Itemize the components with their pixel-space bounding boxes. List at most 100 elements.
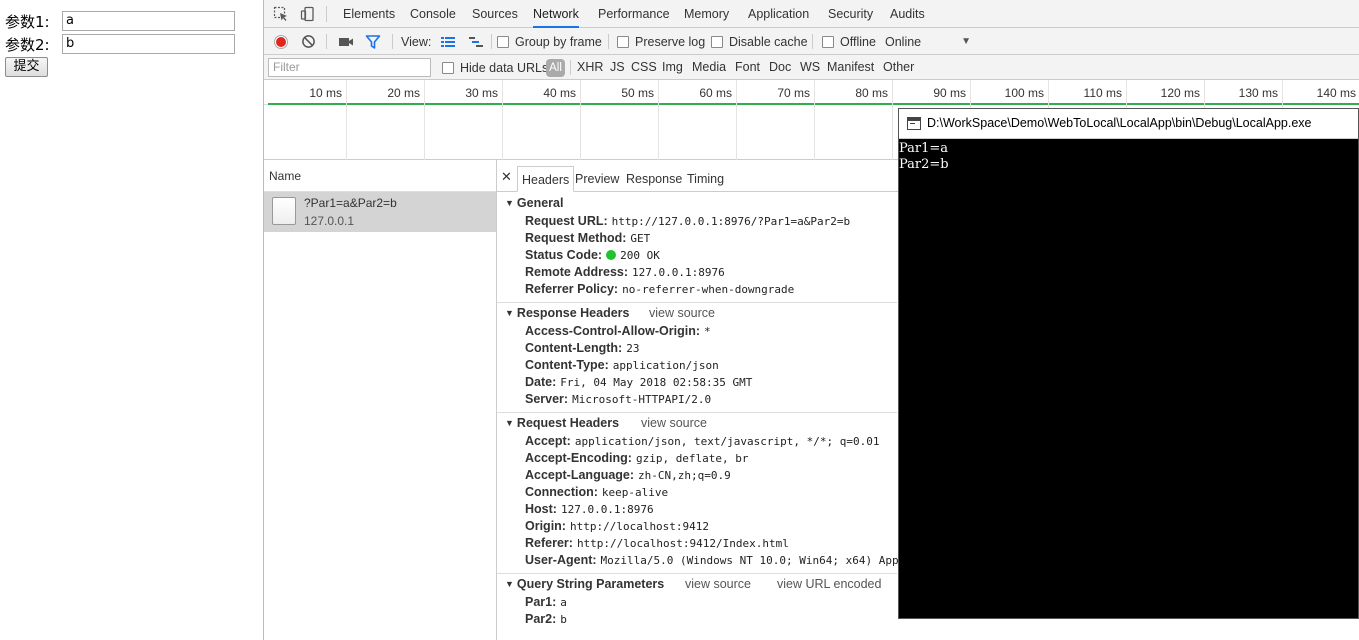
header-value: http://127.0.0.1:8976/?Par1=a&Par2=b: [611, 215, 851, 228]
header-key: Access-Control-Allow-Origin:: [525, 324, 701, 338]
document-icon: [272, 197, 296, 225]
tab-sources[interactable]: Sources: [472, 0, 518, 28]
record-button[interactable]: [273, 28, 289, 55]
header-key: Content-Length:: [525, 341, 623, 355]
request-name: ?Par1=a&Par2=b: [304, 196, 397, 210]
header-row: Accept-Language: zh-CN,zh;q=0.9: [525, 468, 731, 482]
name-column-header[interactable]: Name: [264, 160, 496, 192]
header-row: Host: 127.0.0.1:8976: [525, 502, 654, 516]
tab-application[interactable]: Application: [748, 0, 809, 28]
header-value: Fri, 04 May 2018 02:58:35 GMT: [560, 376, 753, 389]
timeline-tick-label: 30 ms: [465, 86, 498, 100]
header-value: 200 OK: [620, 249, 660, 262]
header-value: Mozilla/5.0 (Windows NT 10.0; Win64; x64…: [600, 554, 899, 567]
filter-type-font[interactable]: Font: [735, 55, 760, 80]
request-view-source-link[interactable]: view source: [641, 416, 707, 430]
disable-cache-label: Disable cache: [729, 34, 808, 49]
triangle-down-icon: ▼: [505, 418, 514, 428]
group-by-frame-label: Group by frame: [515, 34, 602, 49]
checkbox-box: [711, 35, 723, 48]
header-key: Accept:: [525, 434, 571, 448]
checkbox-box: [617, 35, 629, 48]
filter-type-other[interactable]: Other: [883, 55, 914, 80]
filter-type-manifest[interactable]: Manifest: [827, 55, 874, 80]
toolbar-separator: [392, 34, 393, 49]
console-window[interactable]: D:\WorkSpace\Demo\WebToLocal\LocalApp\bi…: [898, 108, 1359, 619]
param1-row: 参数1: a: [5, 10, 235, 32]
timeline-gridline: [814, 80, 815, 160]
large-rows-button[interactable]: [440, 28, 456, 55]
filter-type-js[interactable]: JS: [610, 55, 625, 80]
tab-memory[interactable]: Memory: [684, 0, 729, 28]
header-value: keep-alive: [601, 486, 669, 499]
header-row: Access-Control-Allow-Origin: *: [525, 324, 711, 338]
filter-type-all[interactable]: All: [546, 59, 565, 77]
general-section-toggle[interactable]: ▼ General: [505, 196, 563, 210]
offline-checkbox[interactable]: Offline: [822, 28, 876, 55]
overview-button[interactable]: [468, 28, 484, 55]
filter-type-css[interactable]: CSS: [631, 55, 657, 80]
header-value: a: [560, 596, 567, 609]
tab-headers[interactable]: Headers: [517, 166, 575, 192]
filter-type-xhr[interactable]: XHR: [577, 55, 603, 80]
query-params-toggle[interactable]: ▼ Query String Parameters: [505, 577, 664, 591]
timeline-tick-label: 10 ms: [309, 86, 342, 100]
tab-network[interactable]: Network: [533, 0, 579, 28]
disable-cache-checkbox[interactable]: Disable cache: [711, 28, 808, 55]
header-key: Referrer Policy:: [525, 282, 619, 296]
timeline-tick-label: 80 ms: [855, 86, 888, 100]
param1-input[interactable]: a: [62, 11, 235, 31]
preserve-log-checkbox[interactable]: Preserve log: [617, 28, 705, 55]
timeline-tick-label: 50 ms: [621, 86, 654, 100]
inspect-element-icon[interactable]: [273, 6, 289, 22]
hide-data-urls-checkbox[interactable]: Hide data URLs: [442, 55, 548, 80]
close-icon[interactable]: ✕: [501, 169, 512, 185]
response-view-source-link[interactable]: view source: [649, 306, 715, 320]
tab-performance[interactable]: Performance: [598, 0, 670, 28]
screenshots-button[interactable]: [338, 28, 354, 55]
response-headers-toggle[interactable]: ▼ Response Headers: [505, 306, 629, 320]
header-value: b: [560, 613, 567, 626]
request-row[interactable]: ?Par1=a&Par2=b 127.0.0.1: [264, 192, 496, 232]
tab-elements[interactable]: Elements: [343, 0, 395, 28]
throttling-select[interactable]: Online ▼: [885, 28, 971, 55]
header-row: Accept: application/json, text/javascript…: [525, 434, 879, 448]
tab-audits[interactable]: Audits: [890, 0, 925, 28]
tab-console[interactable]: Console: [410, 0, 456, 28]
request-headers-toggle[interactable]: ▼ Request Headers: [505, 416, 619, 430]
query-view-url-encoded-link[interactable]: view URL encoded: [777, 577, 881, 591]
submit-button[interactable]: 提交: [5, 57, 48, 77]
filter-type-doc[interactable]: Doc: [769, 55, 791, 80]
tab-security[interactable]: Security: [828, 0, 873, 28]
filter-type-media[interactable]: Media: [692, 55, 726, 80]
timeline-gridline: [580, 80, 581, 160]
param1-label: 参数1:: [5, 12, 50, 31]
clear-button[interactable]: [301, 28, 316, 55]
header-key: Accept-Encoding:: [525, 451, 632, 465]
header-key: Server:: [525, 392, 569, 406]
group-by-frame-checkbox[interactable]: Group by frame: [497, 28, 602, 55]
device-toolbar-icon[interactable]: [300, 6, 316, 22]
header-row: Accept-Encoding: gzip, deflate, br: [525, 451, 749, 465]
header-value: http://localhost:9412: [569, 520, 710, 533]
toolbar-separator: [812, 34, 813, 49]
tabbar-separator: [326, 6, 327, 22]
triangle-down-icon: ▼: [505, 579, 514, 589]
filter-toggle-button[interactable]: [365, 28, 381, 55]
query-view-source-link[interactable]: view source: [685, 577, 751, 591]
header-value: 23: [626, 342, 640, 355]
tab-timing[interactable]: Timing: [683, 166, 728, 192]
console-title: D:\WorkSpace\Demo\WebToLocal\LocalApp\bi…: [927, 116, 1312, 130]
filter-type-img[interactable]: Img: [662, 55, 683, 80]
param2-input[interactable]: b: [62, 34, 235, 54]
console-titlebar[interactable]: D:\WorkSpace\Demo\WebToLocal\LocalApp\bi…: [899, 109, 1358, 139]
filter-type-ws[interactable]: WS: [800, 55, 820, 80]
header-value: Microsoft-HTTPAPI/2.0: [572, 393, 712, 406]
tab-response[interactable]: Response: [622, 166, 686, 192]
triangle-down-icon: ▼: [505, 198, 514, 208]
filter-input[interactable]: Filter: [268, 58, 431, 77]
tab-preview[interactable]: Preview: [571, 166, 623, 192]
header-key: Remote Address:: [525, 265, 629, 279]
timeline-gridline: [892, 80, 893, 160]
header-row: Content-Type: application/json: [525, 358, 719, 372]
